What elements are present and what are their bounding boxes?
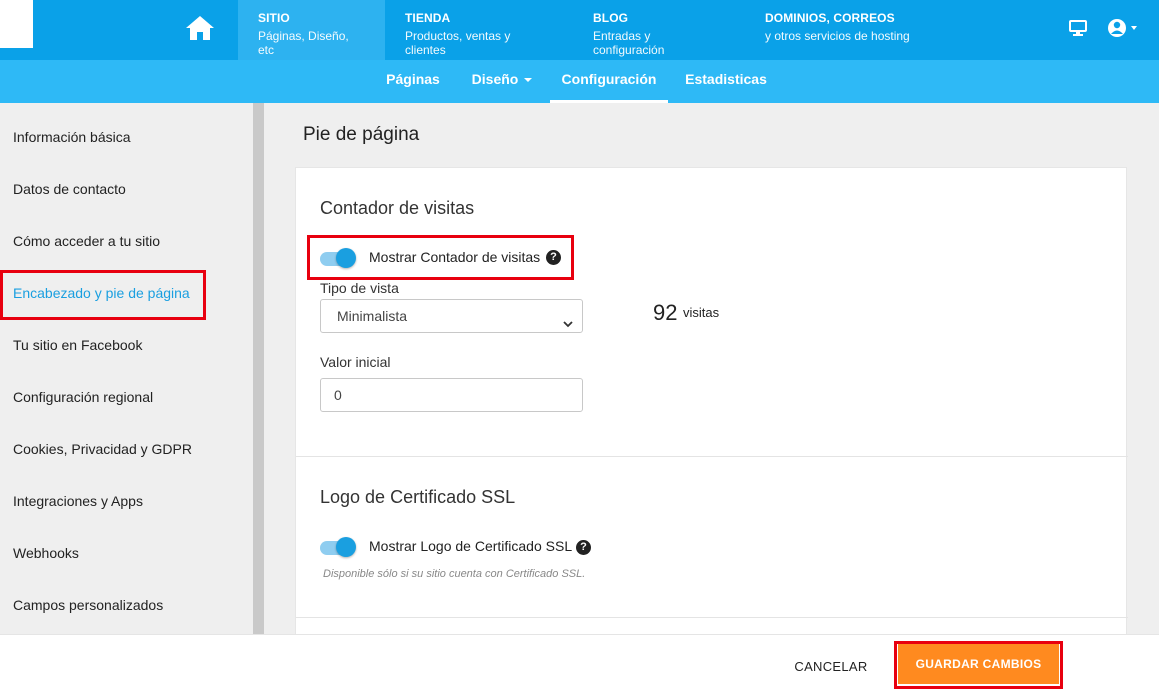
topnav-dominios[interactable]: DOMINIOS, CORREOS y otros servicios de h… bbox=[745, 0, 935, 60]
tab-estadisticas-label: Estadisticas bbox=[685, 71, 767, 87]
tab-configuracion-label: Configuración bbox=[561, 71, 657, 87]
tab-diseno-label: Diseño bbox=[471, 71, 519, 87]
ssl-toggle[interactable] bbox=[320, 537, 356, 557]
user-circle-icon[interactable] bbox=[1107, 16, 1139, 40]
monitor-icon[interactable] bbox=[1069, 16, 1087, 40]
visit-counter-word: visitas bbox=[683, 305, 720, 320]
view-type-label: Tipo de vista bbox=[320, 280, 399, 296]
sidebar-item-facebook[interactable]: Tu sitio en Facebook bbox=[0, 319, 253, 371]
save-changes-button[interactable]: GUARDAR CAMBIOS bbox=[898, 644, 1059, 684]
page-title: Pie de página bbox=[303, 124, 420, 145]
counter-section-title: Contador de visitas bbox=[320, 198, 475, 218]
initial-value-label: Valor inicial bbox=[320, 354, 391, 370]
top-navigation-bar: SITIO Páginas, Diseño, etc TIENDA Produc… bbox=[0, 0, 1159, 60]
settings-sidebar: Información básica Datos de contacto Cóm… bbox=[0, 103, 253, 634]
topnav-blog[interactable]: BLOG Entradas y configuración bbox=[573, 0, 745, 60]
tab-paginas-label: Páginas bbox=[386, 71, 440, 87]
sidebar-item-acceso-sitio[interactable]: Cómo acceder a tu sitio bbox=[0, 215, 253, 267]
counter-toggle[interactable] bbox=[320, 248, 356, 268]
topnav-blog-subtitle: Entradas y configuración bbox=[593, 29, 665, 57]
sidebar-item-integraciones[interactable]: Integraciones y Apps bbox=[0, 475, 253, 527]
sidebar-item-configuracion-regional[interactable]: Configuración regional bbox=[0, 371, 253, 423]
topnav-dominios-subtitle: y otros servicios de hosting bbox=[765, 29, 910, 43]
section-divider bbox=[296, 456, 1128, 457]
sidebar-item-informacion-basica[interactable]: Información básica bbox=[0, 111, 253, 163]
visit-counter-number: 92 bbox=[653, 300, 678, 325]
chevron-down-icon bbox=[562, 309, 574, 341]
ssl-note: Disponible sólo si su sitio cuenta con C… bbox=[323, 568, 586, 580]
action-footer: CANCELAR GUARDAR CAMBIOS bbox=[0, 634, 1159, 689]
sidebar-item-encabezado-pie[interactable]: Encabezado y pie de página bbox=[0, 267, 253, 319]
sidebar-item-campos-personalizados[interactable]: Campos personalizados bbox=[0, 579, 253, 631]
topnav-tienda-title: TIENDA bbox=[405, 11, 451, 25]
sub-navigation-bar: Páginas Diseño Configuración Estadistica… bbox=[0, 60, 1159, 103]
initial-value-input[interactable]: 0 bbox=[320, 378, 583, 412]
home-icon[interactable] bbox=[180, 8, 220, 48]
ssl-section-title: Logo de Certificado SSL bbox=[320, 487, 516, 507]
topnav-blog-title: BLOG bbox=[593, 11, 629, 25]
cancel-button[interactable]: CANCELAR bbox=[782, 652, 880, 682]
chevron-down-icon bbox=[524, 78, 533, 83]
counter-toggle-label: Mostrar Contador de visitas bbox=[369, 249, 541, 265]
topnav-sitio-subtitle: Páginas, Diseño, etc bbox=[258, 29, 349, 57]
question-icon[interactable]: ? bbox=[576, 540, 591, 555]
section-divider bbox=[296, 617, 1128, 618]
sidebar-scrollbar[interactable] bbox=[253, 103, 264, 634]
settings-card: Contador de visitas Mostrar Contador de … bbox=[295, 167, 1128, 647]
topnav-tienda[interactable]: TIENDA Productos, ventas y clientes bbox=[385, 0, 573, 60]
view-type-value: Minimalista bbox=[337, 308, 408, 324]
sidebar-item-webhooks[interactable]: Webhooks bbox=[0, 527, 253, 579]
tab-configuracion[interactable]: Configuración bbox=[550, 60, 668, 103]
counter-toggle-knob bbox=[336, 248, 356, 268]
tab-paginas[interactable]: Páginas bbox=[376, 60, 450, 103]
ssl-toggle-knob bbox=[336, 537, 356, 557]
sidebar-item-cookies-gdpr[interactable]: Cookies, Privacidad y GDPR bbox=[0, 423, 253, 475]
topnav-dominios-title: DOMINIOS, CORREOS bbox=[765, 11, 895, 25]
ssl-toggle-label: Mostrar Logo de Certificado SSL bbox=[369, 538, 573, 554]
topnav-sitio[interactable]: SITIO Páginas, Diseño, etc bbox=[238, 0, 385, 60]
tab-diseno[interactable]: Diseño bbox=[462, 60, 542, 103]
topnav-sitio-title: SITIO bbox=[258, 11, 290, 25]
logo[interactable] bbox=[0, 0, 33, 48]
question-icon[interactable]: ? bbox=[546, 250, 561, 265]
topnav-tienda-subtitle: Productos, ventas y clientes bbox=[405, 29, 511, 57]
sidebar-item-datos-contacto[interactable]: Datos de contacto bbox=[0, 163, 253, 215]
tab-estadisticas[interactable]: Estadisticas bbox=[678, 60, 774, 103]
view-type-select[interactable]: Minimalista bbox=[320, 299, 583, 333]
